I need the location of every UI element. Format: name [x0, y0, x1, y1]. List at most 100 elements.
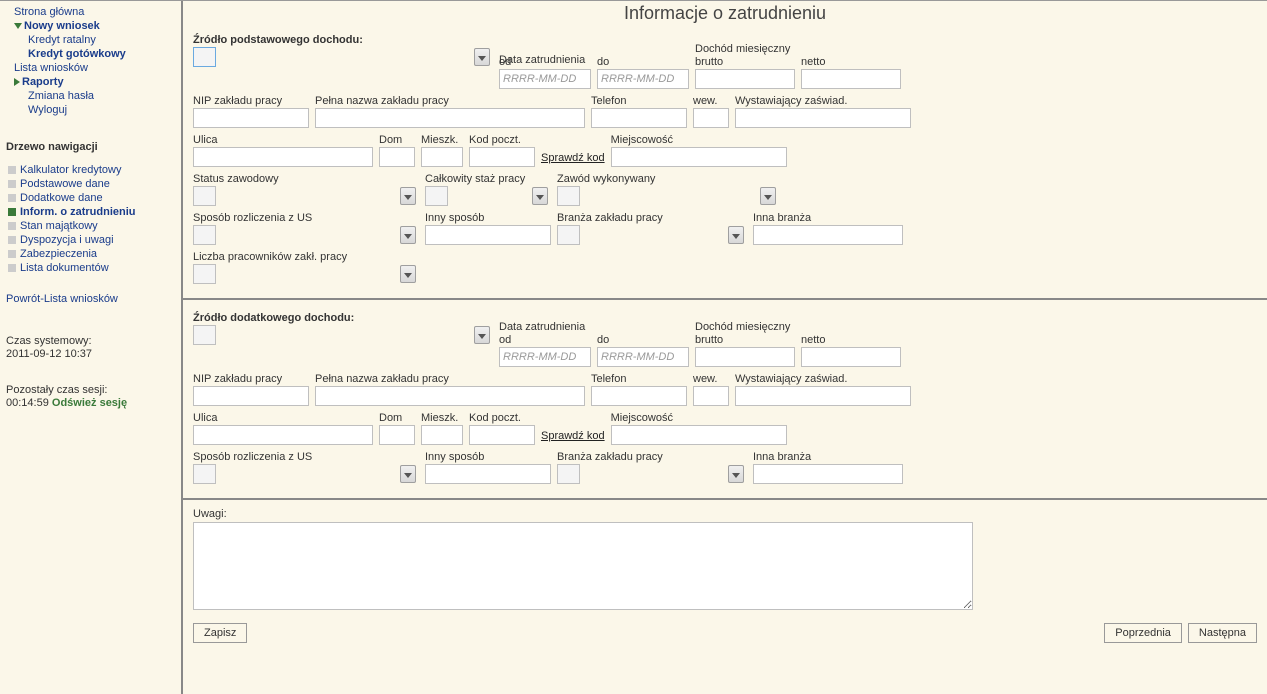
tree-item-label: Podstawowe dane [20, 178, 110, 190]
employer-name-label: Pełna nazwa zakładu pracy [315, 95, 585, 107]
tree-item-7[interactable]: Lista dokumentów [6, 261, 175, 275]
refresh-session-link[interactable]: Odśwież sesję [52, 397, 127, 409]
primary-income-section: Źródło podstawowego dochodu: Data zatrud… [193, 30, 1257, 284]
additional-date-to-input[interactable] [597, 347, 689, 367]
session-remaining-value: 00:14:59 [6, 397, 49, 409]
cert-issuer-label: Wystawiający zaświad. [735, 95, 911, 107]
nav-home[interactable]: Strona główna [6, 5, 175, 19]
additional-flat-input[interactable] [421, 425, 463, 445]
additional-cert-issuer-input[interactable] [735, 386, 911, 406]
additional-ext-input[interactable] [693, 386, 729, 406]
city-label: Miejscowość [611, 134, 787, 146]
additional-other-industry-input[interactable] [753, 464, 903, 484]
nav-new-application-label: Nowy wniosek [24, 20, 100, 32]
additional-net-input[interactable] [801, 347, 901, 367]
primary-tax-settlement-select[interactable] [193, 225, 216, 245]
primary-other-industry-input[interactable] [753, 225, 903, 245]
additional-date-from-input[interactable] [499, 347, 591, 367]
additional-industry-select[interactable] [557, 464, 580, 484]
other-method-label: Inny sposób [425, 212, 551, 224]
nav-reports[interactable]: Raporty [6, 75, 175, 89]
primary-city-input[interactable] [611, 147, 787, 167]
primary-postcode-input[interactable] [469, 147, 535, 167]
primary-phone-input[interactable] [591, 108, 687, 128]
additional-city-input[interactable] [611, 425, 787, 445]
tree-item-0[interactable]: Kalkulator kredytowy [6, 163, 175, 177]
additional-employer-name-input[interactable] [315, 386, 585, 406]
next-button[interactable]: Następna [1188, 623, 1257, 643]
nav-reports-label: Raporty [22, 76, 64, 88]
primary-net-input[interactable] [801, 69, 901, 89]
primary-source-select[interactable] [193, 47, 216, 67]
chevron-right-icon [14, 78, 20, 86]
back-to-list-link[interactable]: Powrót-Lista wniosków [6, 293, 175, 305]
primary-industry-select[interactable] [557, 225, 580, 245]
tree-item-4[interactable]: Stan majątkowy [6, 219, 175, 233]
nav-application-list[interactable]: Lista wniosków [6, 61, 175, 75]
primary-house-input[interactable] [379, 147, 415, 167]
add-flat-label: Mieszk. [421, 412, 463, 424]
primary-other-method-input[interactable] [425, 225, 551, 245]
bullet-icon [8, 180, 16, 188]
primary-date-from-input[interactable] [499, 69, 591, 89]
tree-item-5[interactable]: Dyspozycja i uwagi [6, 233, 175, 247]
tree-item-1[interactable]: Podstawowe dane [6, 177, 175, 191]
additional-check-postcode-link[interactable]: Sprawdź kod [541, 430, 605, 445]
add-cert-issuer-label: Wystawiający zaświad. [735, 373, 911, 385]
nav-tree-title: Drzewo nawigacji [6, 141, 175, 153]
additional-tax-settlement-select[interactable] [193, 464, 216, 484]
add-monthly-income-label: Dochód miesięczny [695, 321, 795, 333]
additional-postcode-input[interactable] [469, 425, 535, 445]
add-employer-name-label: Pełna nazwa zakładu pracy [315, 373, 585, 385]
primary-prof-status-select[interactable] [193, 186, 216, 206]
bottom-bar: Zapisz Poprzednia Następna [193, 623, 1257, 643]
primary-date-to-input[interactable] [597, 69, 689, 89]
bullet-icon [8, 236, 16, 244]
prev-button[interactable]: Poprzednia [1104, 623, 1182, 643]
notes-section: Uwagi: [193, 508, 1257, 613]
add-industry-label: Branża zakładu pracy [557, 451, 747, 463]
additional-street-input[interactable] [193, 425, 373, 445]
nav-cash-loan[interactable]: Kredyt gotówkowy [6, 47, 175, 61]
section-divider-1 [183, 298, 1267, 300]
additional-employer-nip-input[interactable] [193, 386, 309, 406]
primary-gross-input[interactable] [695, 69, 795, 89]
primary-flat-input[interactable] [421, 147, 463, 167]
primary-ext-input[interactable] [693, 108, 729, 128]
tree-item-6[interactable]: Zabezpieczenia [6, 247, 175, 261]
additional-gross-input[interactable] [695, 347, 795, 367]
primary-street-input[interactable] [193, 147, 373, 167]
add-employer-nip-label: NIP zakładu pracy [193, 373, 309, 385]
add-gross-label: brutto [695, 334, 795, 346]
nav-installment-loan[interactable]: Kredyt ratalny [6, 33, 175, 47]
nav-logout[interactable]: Wyloguj [6, 103, 175, 117]
primary-employer-name-input[interactable] [315, 108, 585, 128]
additional-other-method-input[interactable] [425, 464, 551, 484]
prof-status-label: Status zawodowy [193, 173, 419, 185]
additional-source-select[interactable] [193, 325, 216, 345]
additional-phone-input[interactable] [591, 386, 687, 406]
bullet-icon [8, 166, 16, 174]
additional-house-input[interactable] [379, 425, 415, 445]
industry-label: Branża zakładu pracy [557, 212, 747, 224]
primary-seniority-select[interactable] [425, 186, 448, 206]
tree-item-3[interactable]: Inform. o zatrudnieniu [6, 205, 175, 219]
primary-employee-count-select[interactable] [193, 264, 216, 284]
nav-change-password[interactable]: Zmiana hasła [6, 89, 175, 103]
bullet-icon [8, 208, 16, 216]
primary-cert-issuer-input[interactable] [735, 108, 911, 128]
gross-label: brutto [695, 56, 795, 68]
bullet-icon [8, 264, 16, 272]
notes-textarea[interactable] [193, 522, 973, 610]
primary-check-postcode-link[interactable]: Sprawdź kod [541, 152, 605, 167]
primary-profession-select[interactable] [557, 186, 580, 206]
system-time-value: 2011-09-12 10:37 [6, 348, 175, 360]
save-button[interactable]: Zapisz [193, 623, 247, 643]
profession-label: Zawód wykonywany [557, 173, 779, 185]
employee-count-label: Liczba pracowników zakł. pracy [193, 251, 419, 263]
tree-item-2[interactable]: Dodatkowe dane [6, 191, 175, 205]
nav-new-application[interactable]: Nowy wniosek [6, 19, 175, 33]
primary-employer-nip-input[interactable] [193, 108, 309, 128]
bullet-icon [8, 194, 16, 202]
street-label: Ulica [193, 134, 373, 146]
